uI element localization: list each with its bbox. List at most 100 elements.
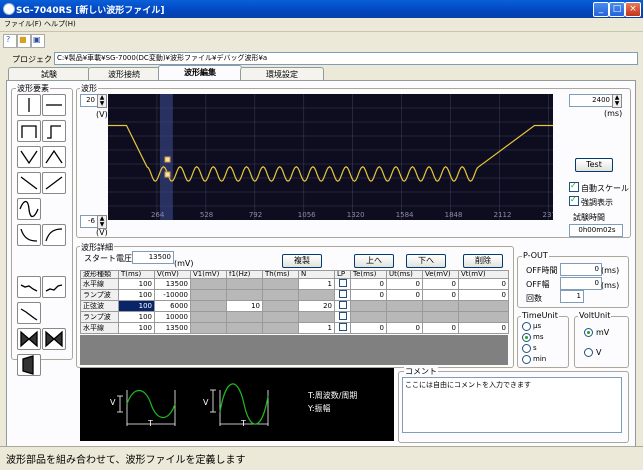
cell-f1[interactable] — [226, 322, 263, 334]
tab-settings[interactable]: 環境設定 — [240, 67, 324, 81]
column-header[interactable]: LP — [334, 270, 351, 279]
cell-f1[interactable] — [226, 289, 263, 301]
cell-th[interactable] — [262, 322, 299, 334]
cell-t[interactable]: 100 — [118, 300, 155, 312]
table-row[interactable]: ランプ波 100 -10000 0 0 0 0 — [80, 289, 509, 301]
column-header[interactable]: Th(ms) — [262, 270, 299, 279]
palette-button-butterfly[interactable] — [17, 328, 41, 350]
cell-t[interactable]: 100 — [118, 278, 155, 290]
time-unit-radio-2[interactable] — [522, 344, 531, 353]
cell-wave-type[interactable]: ランプ波 — [80, 311, 119, 323]
time-range-spin[interactable]: ▲ ▼ — [612, 94, 622, 108]
cell-f1[interactable] — [226, 278, 263, 290]
palette-button-pulse-step[interactable] — [42, 120, 66, 142]
highlight-checkbox[interactable] — [569, 195, 579, 206]
cell-vt[interactable] — [458, 300, 509, 312]
column-header[interactable]: Ut(ms) — [386, 270, 423, 279]
palette-button-bowtie[interactable] — [42, 328, 66, 350]
table-row[interactable]: ランプ波 100 10000 — [80, 311, 509, 323]
delete-button[interactable]: 削除 — [463, 254, 503, 268]
marker-handle-bottom[interactable] — [164, 171, 171, 178]
cell-v1[interactable] — [190, 322, 227, 334]
lp-checkbox[interactable] — [338, 290, 347, 298]
off-time-field[interactable]: 0 — [560, 263, 602, 276]
column-header[interactable]: Ve(mV) — [422, 270, 459, 279]
column-header[interactable]: f1(Hz) — [226, 270, 263, 279]
palette-button-v-dip[interactable] — [17, 146, 41, 168]
cell-v[interactable]: -10000 — [154, 289, 191, 301]
table-row[interactable]: 水平線 100 13500 1 0 0 0 0 — [80, 278, 509, 290]
palette-button-ramp-up[interactable] — [42, 172, 66, 194]
cell-n[interactable]: 1 — [298, 322, 335, 334]
cell-ut[interactable] — [386, 311, 423, 323]
cell-n[interactable] — [298, 311, 335, 323]
close-button[interactable]: × — [625, 2, 641, 17]
palette-button-sine[interactable] — [17, 198, 41, 220]
cell-te[interactable]: 0 — [350, 322, 387, 334]
palette-button-curve-down[interactable] — [17, 224, 41, 246]
palette-button-vline[interactable] — [17, 94, 41, 116]
volt-unit-radio-1[interactable] — [584, 348, 593, 357]
cell-ut[interactable] — [386, 300, 423, 312]
cell-v1[interactable] — [190, 278, 227, 290]
waveform-plot[interactable]: 264 528 792 1056 1320 1584 1848 2112 2376 — [108, 94, 553, 220]
count-field[interactable]: 1 — [560, 290, 584, 303]
cell-v1[interactable] — [190, 311, 227, 323]
copy-button[interactable]: 複製 — [282, 254, 322, 268]
lp-checkbox[interactable] — [338, 301, 347, 309]
cell-wave-type[interactable]: 水平線 — [80, 278, 119, 290]
lp-checkbox[interactable] — [338, 323, 347, 331]
cell-ut[interactable]: 0 — [386, 278, 423, 290]
table-row[interactable]: 正弦波 100 6000 10 20 — [80, 300, 509, 312]
cell-v1[interactable] — [190, 300, 227, 312]
palette-button-half-bowtie[interactable] — [17, 354, 41, 376]
cell-wave-type[interactable]: 正弦波 — [80, 300, 119, 312]
start-voltage-field[interactable]: 13500 — [132, 251, 174, 264]
cell-n[interactable]: 1 — [298, 278, 335, 290]
test-button[interactable]: Test — [575, 158, 613, 172]
time-unit-radio-1[interactable] — [522, 333, 531, 342]
cell-ut[interactable]: 0 — [386, 322, 423, 334]
cell-te[interactable] — [350, 311, 387, 323]
column-header[interactable]: V(mV) — [154, 270, 191, 279]
y-max-field[interactable]: 20 — [80, 94, 98, 107]
palette-button-noise-fall[interactable] — [17, 302, 41, 324]
cell-vt[interactable] — [458, 311, 509, 323]
lp-checkbox[interactable] — [338, 312, 347, 320]
lp-checkbox[interactable] — [338, 279, 347, 287]
cell-v[interactable]: 13500 — [154, 278, 191, 290]
time-range-field[interactable]: 2400 — [569, 94, 613, 107]
cell-t[interactable]: 100 — [118, 311, 155, 323]
y-max-spin[interactable]: ▲ ▼ — [97, 94, 107, 108]
cell-ve[interactable] — [422, 300, 459, 312]
y-min-spin[interactable]: ▲ ▼ — [97, 215, 107, 229]
cell-wave-type[interactable]: 水平線 — [80, 322, 119, 334]
cell-ut[interactable]: 0 — [386, 289, 423, 301]
tab-test[interactable]: 試験 — [8, 67, 90, 81]
cell-v[interactable]: 10000 — [154, 311, 191, 323]
cell-ve[interactable] — [422, 311, 459, 323]
cell-v[interactable]: 6000 — [154, 300, 191, 312]
palette-button-ramp-down[interactable] — [17, 172, 41, 194]
menu-help[interactable]: ヘルプ(H) — [44, 19, 76, 29]
save-tool-button[interactable]: ▣ — [31, 34, 45, 48]
column-header[interactable]: 波形種類 — [80, 270, 119, 279]
open-tool-button[interactable]: ■ — [17, 34, 31, 48]
project-path-field[interactable]: C:¥製品¥車載¥SG-7000(DC変動)¥波形ファイル¥デバッグ波形¥a — [54, 52, 638, 65]
palette-button-noise-ramp-down[interactable] — [17, 276, 41, 298]
palette-button-curve-up[interactable] — [42, 224, 66, 246]
palette-button-hline[interactable] — [42, 94, 66, 116]
column-header[interactable]: V1(mV) — [190, 270, 227, 279]
cell-te[interactable]: 0 — [350, 278, 387, 290]
palette-button-noise-ramp-up[interactable] — [42, 276, 66, 298]
table-row[interactable]: 水平線 100 13500 1 0 0 0 0 — [80, 322, 509, 334]
help-tool-button[interactable]: ? — [3, 34, 17, 48]
column-header[interactable]: N — [298, 270, 335, 279]
cell-f1[interactable] — [226, 311, 263, 323]
tab-wave-connect[interactable]: 波形接続 — [88, 67, 160, 81]
maximize-button[interactable]: □ — [609, 2, 625, 17]
cell-lp[interactable] — [334, 289, 351, 301]
cell-th[interactable] — [262, 311, 299, 323]
column-header[interactable]: Vt(mV) — [458, 270, 509, 279]
cell-ve[interactable]: 0 — [422, 322, 459, 334]
